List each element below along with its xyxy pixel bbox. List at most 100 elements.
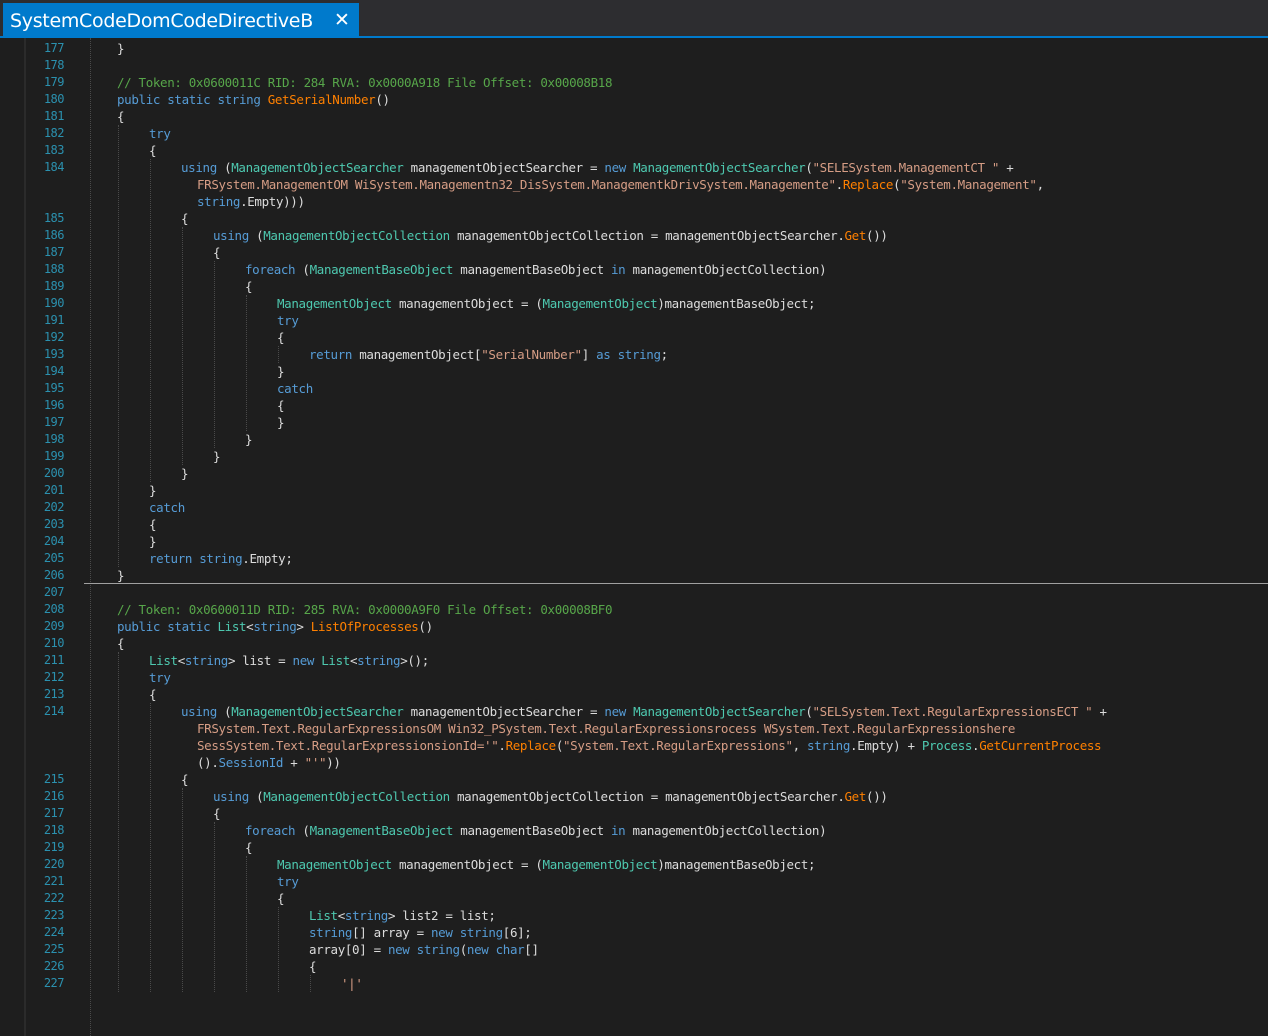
code-token: SessionId [218,755,284,770]
code-line[interactable]: SessSystem.Text.RegularExpressionsionId=… [0,737,1268,754]
code-line[interactable]: 211 List<string> list = new List<string>(… [0,652,1268,669]
code-line[interactable]: 217 { [0,805,1268,822]
code-line[interactable]: 219 { [0,839,1268,856]
code-line[interactable]: 190 ManagementObject managementObject = (… [0,295,1268,312]
code-line[interactable]: 226 { [0,958,1268,975]
code-token: "System.Text.RegularExpressions" [563,738,793,753]
code-line[interactable]: 223 List<string> list2 = list; [0,907,1268,924]
code-line[interactable]: 224 string[] array = new string[6]; [0,924,1268,941]
code-line[interactable]: 201} [0,482,1268,499]
code-token: (). [197,755,219,770]
code-line[interactable]: 200} [0,465,1268,482]
code-line[interactable]: 188 foreach (ManagementBaseObject managem… [0,261,1268,278]
code-line[interactable]: 196 { [0,397,1268,414]
code-token: ManagementObject [277,857,392,872]
code-text: foreach (ManagementBaseObject management… [245,822,827,839]
code-token: string [253,619,297,634]
code-line[interactable]: 187 { [0,244,1268,261]
code-token: ManagementObjectSearcher [633,704,806,719]
code-token: managementBaseObject [453,823,611,838]
code-line[interactable]: 193 return managementObject["SerialNumber… [0,346,1268,363]
line-number: 187 [43,245,65,259]
code-line[interactable]: 222 { [0,890,1268,907]
code-line[interactable]: 206} [0,567,1268,584]
code-line[interactable]: 209 public static List<string> ListOfProc… [0,618,1268,635]
code-token: } [277,415,285,430]
code-token: > [296,619,311,634]
code-line[interactable]: 194} [0,363,1268,380]
code-text: using (ManagementObjectCollection manage… [213,788,888,805]
code-line[interactable]: 212 try [0,669,1268,686]
code-token: >(); [400,653,429,668]
line-number: 203 [43,517,65,531]
code-line[interactable]: 178 [0,57,1268,74]
code-token: return [309,347,360,362]
code-text: } [117,567,125,584]
code-line[interactable]: 195 catch [0,380,1268,397]
code-line[interactable]: ().SessionId + "'")) [0,754,1268,771]
code-token: . [498,738,506,753]
code-line[interactable]: FRSystem.Text.RegularExpressionsOM Win32… [0,720,1268,737]
code-line[interactable]: 218 foreach (ManagementBaseObject managem… [0,822,1268,839]
indent-guide [150,159,151,482]
code-text: catch [277,380,313,397]
code-line[interactable]: 198} [0,431,1268,448]
code-token: () [418,619,433,634]
code-token: ( [302,262,310,277]
code-token: string [184,653,228,668]
code-token: )) [326,755,341,770]
line-number: 180 [43,92,65,106]
code-line[interactable]: 191 try [0,312,1268,329]
code-token: } [277,364,285,379]
code-line[interactable]: 210 { [0,635,1268,652]
code-line[interactable]: 215 { [0,771,1268,788]
code-token: () [375,92,390,107]
code-token: "System.Management" [900,177,1037,192]
code-token: "'" [304,755,327,770]
line-number: 181 [43,109,65,123]
code-line[interactable]: 192 { [0,329,1268,346]
code-line[interactable]: 177} [0,40,1268,57]
code-token: ( [302,823,310,838]
close-icon[interactable]: ✕ [331,9,353,31]
code-token: GetCurrentProcess [979,738,1102,753]
code-line[interactable]: FRSystem.ManagementOM WiSystem.Managemen… [0,176,1268,193]
code-line[interactable]: 181 { [0,108,1268,125]
code-token: "SerialNumber" [481,347,582,362]
code-line[interactable]: 189 { [0,278,1268,295]
code-token: } [149,534,157,549]
code-line[interactable]: 183 { [0,142,1268,159]
code-line[interactable]: 180 public static string GetSerialNumber(… [0,91,1268,108]
code-line[interactable]: 202 catch [0,499,1268,516]
code-line[interactable]: 182 try [0,125,1268,142]
code-token: ManagementObject [277,296,392,311]
code-text: { [117,108,125,125]
code-line[interactable]: 213 { [0,686,1268,703]
code-line[interactable]: 221 try [0,873,1268,890]
code-line[interactable]: 186 using (ManagementObjectCollection man… [0,227,1268,244]
code-line[interactable]: 208 // Token: 0x0600011D RID: 285 RVA: 0x… [0,601,1268,618]
code-line[interactable]: 227 '|' [0,975,1268,992]
code-line[interactable]: 204} [0,533,1268,550]
code-line[interactable]: 214 using (ManagementObjectSearcher manag… [0,703,1268,720]
tab-systemcodedomcodedirectiveb[interactable]: SystemCodeDomCodeDirectiveB ✕ [3,3,359,38]
code-line[interactable]: 197} [0,414,1268,431]
code-token: > list = [227,653,293,668]
code-line[interactable]: 203 { [0,516,1268,533]
code-token: { [245,840,253,855]
code-line[interactable]: 184 using (ManagementObjectSearcher manag… [0,159,1268,176]
code-line[interactable]: 216 using (ManagementObjectCollection man… [0,788,1268,805]
code-editor[interactable]: 177} 178 179// Token: 0x0600011C RID: 284 … [0,38,1268,1036]
code-line[interactable]: 220 ManagementObject managementObject = (… [0,856,1268,873]
indent-guide [182,788,183,992]
line-number: 227 [43,976,65,990]
code-line[interactable]: 185 { [0,210,1268,227]
code-line[interactable]: 179 // Token: 0x0600011C RID: 284 RVA: 0x… [0,74,1268,91]
code-text: public static List<string> ListOfProcess… [117,618,433,635]
code-line[interactable]: string.Empty))) [0,193,1268,210]
code-line[interactable]: 205 return string.Empty; [0,550,1268,567]
code-line[interactable]: 207 [0,584,1268,601]
code-text: { [277,329,285,346]
code-line[interactable]: 199} [0,448,1268,465]
code-line[interactable]: 225 array[0] = new string(new char[] [0,941,1268,958]
